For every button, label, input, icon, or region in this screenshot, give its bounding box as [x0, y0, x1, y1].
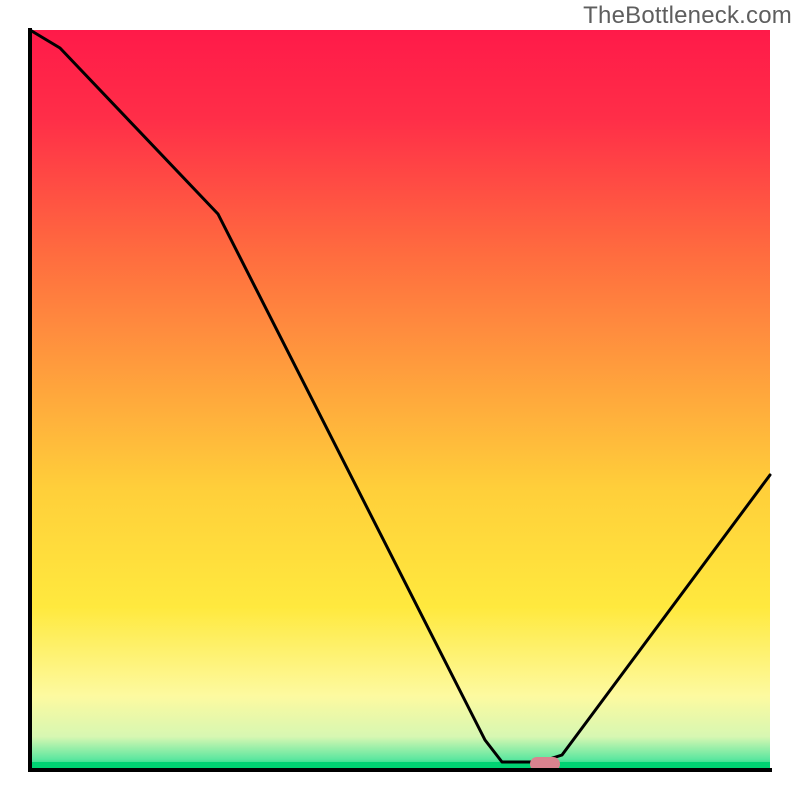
- plot-background: [30, 30, 770, 770]
- chart-svg: [0, 0, 800, 800]
- watermark-text: TheBottleneck.com: [583, 2, 792, 30]
- chart-container: TheBottleneck.com: [0, 0, 800, 800]
